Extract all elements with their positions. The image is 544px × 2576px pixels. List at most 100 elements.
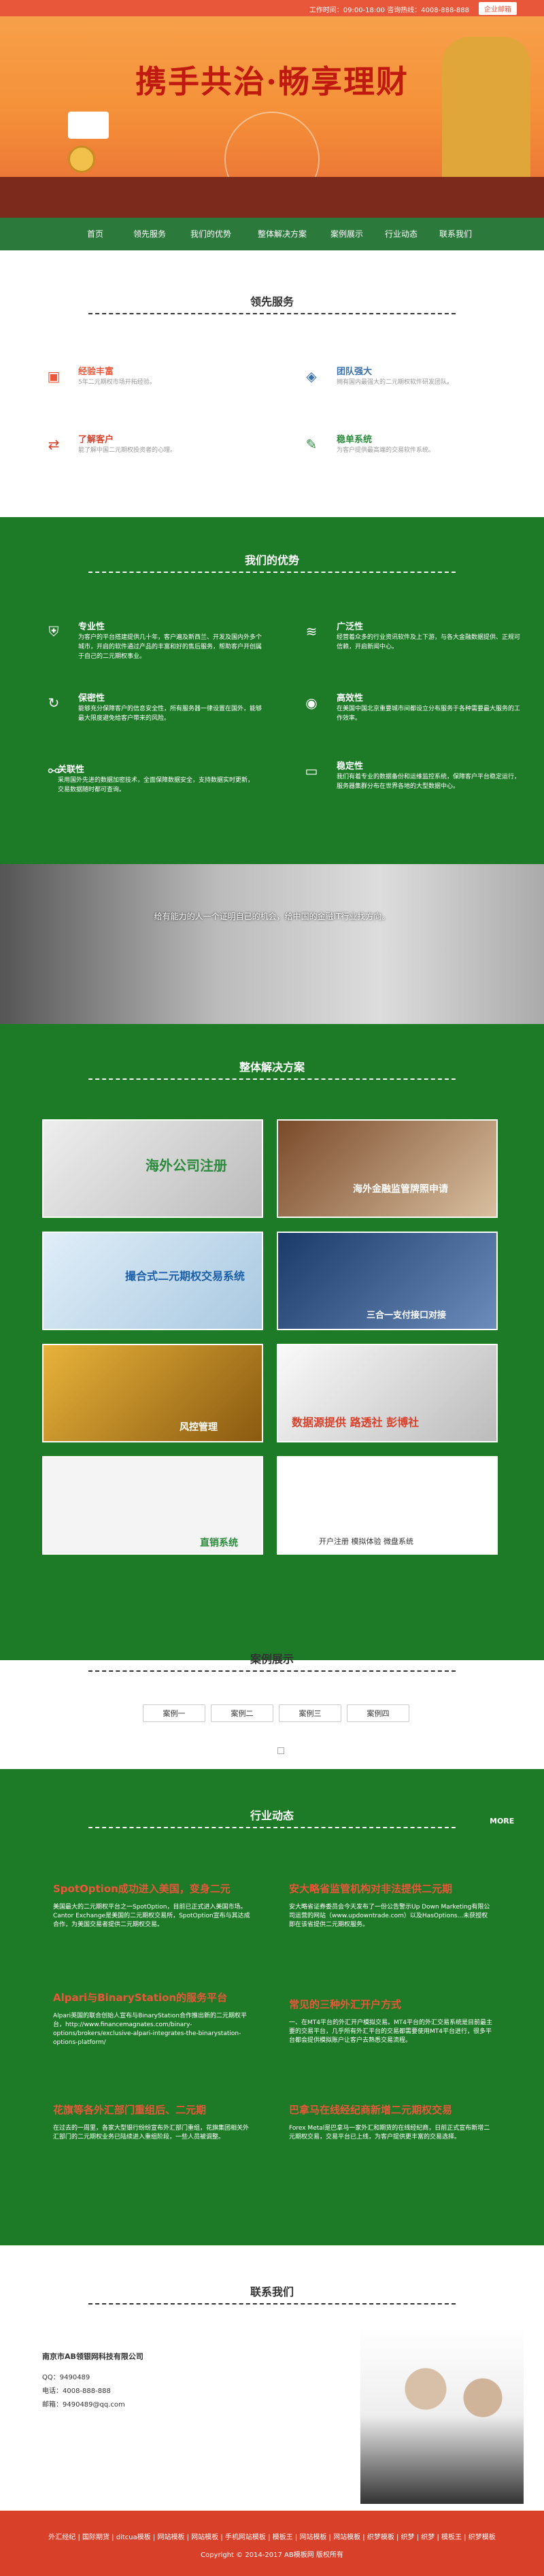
services-title: 领先服务 bbox=[250, 295, 294, 308]
mail-button[interactable]: 企业邮箱 bbox=[479, 2, 517, 15]
news-item-text-1: 美国最大的二元期权平台之一SpotOption，目前已正式进入美国市场。Cant… bbox=[53, 1904, 250, 1928]
refresh-icon: ↻ bbox=[48, 695, 60, 711]
coin-icon bbox=[68, 146, 95, 173]
nav-home[interactable]: 首页 bbox=[68, 218, 122, 250]
contact-phone: 电话：4008-888-888 bbox=[42, 2388, 111, 2395]
topbar-info: 工作时间：09:00-18:00 咨询热线：4008-888-888 bbox=[309, 7, 469, 14]
compass-icon: ◉ bbox=[305, 695, 318, 711]
banner-title: 携手共治·畅享理财 bbox=[135, 63, 409, 100]
contact-title: 联系我们 bbox=[250, 2285, 294, 2298]
box-icon: ▣ bbox=[47, 368, 61, 384]
news-item-title-3[interactable]: Alpari与BinaryStation的服务平台 bbox=[53, 1990, 227, 2004]
footer-links[interactable]: 外汇经纪 | 国际期货 | ditcua模板 | 网站模板 | 网站模板 | 手… bbox=[0, 2531, 544, 2541]
advantages-divider bbox=[88, 572, 456, 573]
cases-divider bbox=[88, 1670, 456, 1672]
nav-solutions[interactable]: 整体解决方案 bbox=[245, 218, 320, 250]
adv-title-2: 广泛性 bbox=[337, 622, 364, 632]
adv-text-3: 能够充分保障客户的信息安全性，所有服务器一律设置在国外，能够最大限度避免给客户带… bbox=[78, 706, 262, 722]
solution-label-6: 数据源提供 路透社 彭博社 bbox=[292, 1416, 420, 1429]
services-divider bbox=[88, 313, 456, 314]
solution-image-7[interactable]: 直销系统 bbox=[42, 1456, 263, 1555]
cases-title: 案例展示 bbox=[250, 1653, 294, 1666]
service-text-4: 为客户提供最高端的交易软件系统。 bbox=[337, 447, 435, 454]
edit-icon: ✎ bbox=[305, 436, 318, 452]
service-title-2: 团队强大 bbox=[337, 367, 373, 377]
adv-title-3: 保密性 bbox=[78, 693, 105, 704]
customer-service-photo bbox=[360, 2327, 524, 2504]
adv-title-4: 高效性 bbox=[337, 693, 364, 704]
monitor-icon: ▭ bbox=[305, 763, 318, 779]
top-bar: 工作时间：09:00-18:00 咨询热线：4008-888-888 企业邮箱 bbox=[0, 0, 544, 16]
nav-advantages[interactable]: 我们的优势 bbox=[177, 218, 245, 250]
news-item-text-6: Forex Metal是巴拿马一家外汇和期货的在线经纪商，日前正式宣布新增二元期… bbox=[289, 2125, 490, 2141]
broken-image-icon bbox=[277, 1747, 284, 1754]
solution-image-5[interactable]: 风控管理 bbox=[42, 1344, 263, 1442]
tag-icon: ◈ bbox=[306, 368, 317, 384]
slogan-text: 给有能力的人一个证明自己的机会，给中国的金融IT行业找方向。 bbox=[154, 912, 390, 921]
contact-email: 邮箱：9490489@qq.com bbox=[42, 2401, 125, 2409]
service-text-1: 5年二元期权市场开拓经验。 bbox=[78, 379, 156, 386]
service-title-4: 稳单系统 bbox=[337, 435, 373, 445]
news-title: 行业动态 bbox=[250, 1809, 294, 1822]
adv-text-5: 采用国外先进的数据加密技术，全面保障数据安全，支持数据实时更新，交易数据随时都可… bbox=[58, 777, 254, 793]
solution-image-1[interactable]: 海外公司注册 bbox=[42, 1119, 263, 1218]
solution-image-6[interactable]: 数据源提供 路透社 彭博社 bbox=[277, 1344, 498, 1442]
contact-company: 南京市AB领银网科技有限公司 bbox=[42, 2352, 143, 2361]
news-item-title-2[interactable]: 安大略省监管机构对非法提供二元期 bbox=[289, 1881, 452, 1896]
nav-services[interactable]: 领先服务 bbox=[122, 218, 177, 250]
solution-image-4[interactable]: 三合一支付接口对接 bbox=[277, 1232, 498, 1330]
news-more-link[interactable]: MORE bbox=[490, 1817, 514, 1826]
adv-title-6: 稳定性 bbox=[337, 761, 364, 772]
news-item-text-5: 在过去的一周里，各家大型银行纷纷宣布外汇部门重组，花旗集团相关外汇部门的二元期权… bbox=[53, 2125, 250, 2141]
hero-banner: 携手共治·畅享理财 bbox=[0, 16, 544, 218]
news-divider bbox=[88, 1827, 456, 1828]
shield-icon: ⛨ bbox=[48, 623, 59, 640]
nav-cases[interactable]: 案例展示 bbox=[320, 218, 374, 250]
solution-label-1: 海外公司注册 bbox=[146, 1157, 227, 1174]
service-text-3: 能了解中国二元期权投资者的心理。 bbox=[78, 447, 177, 454]
news-item-title-1[interactable]: SpotOption成功进入美国，变身二元 bbox=[53, 1881, 231, 1896]
adv-text-1: 为客户的平台搭建提供几十年，客户遍及新西兰、开发及国内外多个城市，开启的软件通过… bbox=[78, 634, 262, 660]
solution-label-2: 海外金融监管牌照申请 bbox=[353, 1184, 448, 1195]
adv-text-4: 在美国中国北京重要城市间都设立分布服务于各种需要最大服务的工作效率。 bbox=[337, 706, 521, 722]
case-tab-2[interactable]: 案例二 bbox=[211, 1704, 273, 1722]
news-item-title-5[interactable]: 花旗等各外汇部门重组后、二元期 bbox=[53, 2102, 206, 2117]
service-title-1: 经验丰富 bbox=[78, 367, 114, 377]
footer-copyright: Copyright © 2014-2017 AB模板网 版权所有 bbox=[201, 2552, 343, 2559]
slogan-band: 给有能力的人一个证明自己的机会，给中国的金融IT行业找方向。 bbox=[0, 864, 544, 1024]
envelope-icon bbox=[68, 112, 109, 139]
case-tab-1[interactable]: 案例一 bbox=[143, 1704, 205, 1722]
main-nav: 首页 领先服务 我们的优势 整体解决方案 案例展示 行业动态 联系我们 bbox=[0, 218, 544, 250]
adv-text-6: 我们有着专业的数据备份和运维监控系统，保障客户平台稳定运行，服务器集群分布在世界… bbox=[337, 774, 521, 790]
solution-image-2[interactable]: 海外金融监管牌照申请 bbox=[277, 1119, 498, 1218]
contact-divider bbox=[88, 2303, 456, 2305]
solutions-title: 整体解决方案 bbox=[239, 1061, 305, 1074]
city-skyline bbox=[0, 177, 544, 218]
advantages-title: 我们的优势 bbox=[244, 554, 299, 567]
solution-image-3[interactable]: 撮合式二元期权交易系统 bbox=[42, 1232, 263, 1330]
news-item-title-6[interactable]: 巴拿马在线经纪商新增二元期权交易 bbox=[289, 2102, 452, 2117]
adv-title-1: 专业性 bbox=[78, 622, 105, 632]
solution-label-7: 直销系统 bbox=[200, 1538, 238, 1549]
service-title-3: 了解客户 bbox=[78, 435, 114, 445]
nav-contact[interactable]: 联系我们 bbox=[428, 218, 483, 250]
news-item-title-4[interactable]: 常见的三种外汇开户方式 bbox=[289, 1997, 401, 2011]
adv-title-5: 关联性 bbox=[58, 765, 85, 775]
news-item-text-2: 安大略省证券委员会今天发布了一份公告警示Up Down Marketing有限公… bbox=[289, 1904, 490, 1928]
nav-news[interactable]: 行业动态 bbox=[374, 218, 428, 250]
solution-label-5: 风控管理 bbox=[180, 1422, 218, 1433]
solution-label-3: 撮合式二元期权交易系统 bbox=[125, 1270, 245, 1283]
solution-image-8[interactable]: 开户注册 模拟体验 微盘系统 bbox=[277, 1456, 498, 1555]
service-text-2: 拥有国内最强大的二元期权软件研发团队。 bbox=[337, 379, 454, 386]
case-tab-3[interactable]: 案例三 bbox=[279, 1704, 341, 1722]
tornado-icon: ≋ bbox=[305, 623, 318, 640]
news-item-text-4: 一、在MT4平台的外汇开户模拟交易。MT4平台的外汇交易系统是目前最主要的交易平… bbox=[289, 2019, 492, 2044]
case-tab-4[interactable]: 案例四 bbox=[347, 1704, 409, 1722]
solution-label-8: 开户注册 模拟体验 微盘系统 bbox=[319, 1537, 413, 1546]
contact-qq: QQ：9490489 bbox=[42, 2374, 90, 2381]
solution-label-4: 三合一支付接口对接 bbox=[367, 1310, 447, 1321]
solutions-divider bbox=[88, 1078, 456, 1080]
shuffle-icon: ⇄ bbox=[48, 436, 60, 452]
adv-text-2: 经营着众多的行业资讯软件及上下游，与各大金融数据提供、正规可信赖，开启新闻中心。 bbox=[337, 634, 521, 650]
news-section bbox=[0, 1769, 544, 2245]
